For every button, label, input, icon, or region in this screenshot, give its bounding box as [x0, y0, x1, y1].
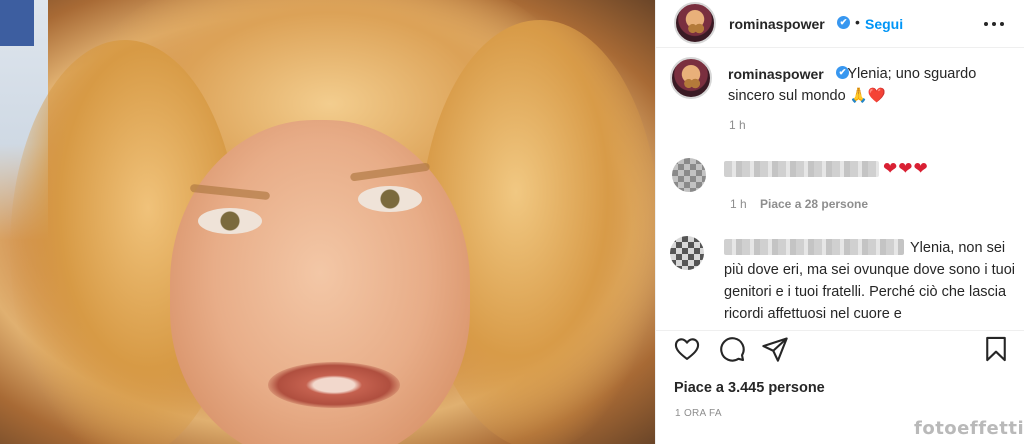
bookmark-icon[interactable] [982, 335, 1010, 363]
photo-eye-left [198, 208, 262, 234]
header-separator: • [855, 14, 860, 30]
photo-eye-right [358, 186, 422, 212]
heart-icon[interactable] [673, 335, 701, 363]
photo-background-accent [0, 0, 34, 46]
watermark: fotoeffetti [914, 418, 1024, 439]
comment-text: Ylenia, non sei più dove eri, ma sei ovu… [724, 240, 1015, 322]
post-photo[interactable] [0, 0, 655, 444]
comment-text: ❤❤❤ [883, 159, 929, 178]
header-username[interactable]: rominaspower [729, 16, 825, 32]
follow-button[interactable]: Segui [865, 16, 903, 32]
caption-username[interactable]: rominaspower [728, 66, 824, 82]
comments-list[interactable]: rominaspower ✔ Ylenia; uno sguardo since… [656, 49, 1024, 329]
more-options-icon[interactable] [982, 14, 1006, 34]
comment-avatar[interactable] [670, 236, 704, 270]
comment-icon[interactable] [718, 335, 746, 363]
post-time[interactable]: 1 ORA FA [675, 408, 722, 419]
post-likes-count[interactable]: Piace a 3.445 persone [674, 380, 825, 396]
post-side-panel: rominaspower ✔ • Segui rominaspower ✔ Yl… [655, 0, 1024, 444]
comment-likes[interactable]: Piace a 28 persone [760, 197, 868, 211]
verified-badge-icon: ✔ [837, 16, 850, 29]
comment-avatar[interactable] [672, 158, 706, 192]
comment-timestamp[interactable]: 1 h [730, 197, 747, 211]
send-icon[interactable] [761, 335, 789, 363]
post-header: rominaspower ✔ • Segui [656, 0, 1024, 48]
caption-avatar[interactable] [670, 57, 712, 99]
action-bar [656, 330, 1024, 370]
caption-timestamp[interactable]: 1 h [729, 118, 746, 132]
comment-username-redacted[interactable] [724, 161, 879, 177]
photo-lips [268, 362, 400, 408]
header-avatar[interactable] [674, 2, 716, 44]
verified-badge-icon: ✔ [836, 66, 849, 79]
